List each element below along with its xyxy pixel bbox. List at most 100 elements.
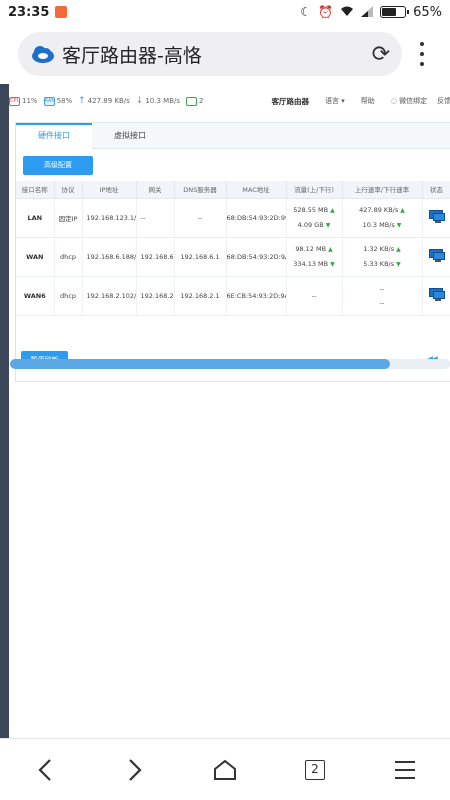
ram-monitor: RAM 58% xyxy=(43,96,73,106)
col-header: MAC地址 xyxy=(226,181,287,199)
browser-address-bar: 客厅路由器-高恪 ⟳ xyxy=(0,24,450,84)
tab-hardware-interface[interactable]: 硬件接口 xyxy=(16,123,92,149)
rate-up: -- xyxy=(379,284,385,293)
network-connected-icon[interactable] xyxy=(428,287,445,302)
home-icon xyxy=(214,759,236,780)
tab-virtual-interface[interactable]: 虚拟接口 xyxy=(92,123,168,149)
interface-tabs: 硬件接口 虚拟接口 xyxy=(16,123,450,149)
traffic-up: 528.55 MB xyxy=(293,205,329,214)
interface-panel: 硬件接口 虚拟接口 高级配置 接口名称 协议 IP地址 网关 DNS服务器 MA… xyxy=(15,122,450,382)
up-arrow-icon: ▲ xyxy=(396,245,401,253)
rate-down: -- xyxy=(379,298,385,307)
router-name: 客厅路由器 xyxy=(271,96,309,106)
rate: -- -- xyxy=(342,276,423,316)
ram-value: 58% xyxy=(56,97,73,105)
url-field[interactable]: 客厅路由器-高恪 ⟳ xyxy=(18,32,402,76)
online-devices-monitor: 2 xyxy=(186,96,203,106)
chevron-right-icon xyxy=(129,758,142,781)
router-admin-page: CPU 11% RAM 58% ↑ 427.89 KB/s ↓ 10.3 MB/… xyxy=(0,84,450,738)
dns-server: 192.168.2.1 xyxy=(174,276,227,316)
more-vert-icon[interactable] xyxy=(414,40,430,68)
col-header: 上行速率/下行速率 xyxy=(342,181,423,199)
interface-name: WAN xyxy=(16,237,55,277)
forward-button[interactable] xyxy=(110,750,160,790)
status xyxy=(422,198,450,238)
do-not-disturb-moon-icon: ☾ xyxy=(300,5,312,19)
ip-address: 192.168.2.102/24 xyxy=(82,276,137,316)
table-row: WAN dhcp 192.168.6.188/24 192.168.6.1 19… xyxy=(16,237,450,277)
rate-down: 10.3 MB/s xyxy=(362,220,395,229)
cpu-icon: CPU xyxy=(9,96,21,106)
status xyxy=(422,276,450,316)
gateway: 192.168.6.1 xyxy=(136,237,175,277)
up-arrow-icon: ▲ xyxy=(328,245,333,253)
download-speed: 10.3 MB/s xyxy=(145,97,181,105)
traffic: -- xyxy=(286,276,343,316)
home-button[interactable] xyxy=(200,750,250,790)
monitor-icon xyxy=(186,96,198,106)
signal-icon xyxy=(361,5,374,19)
chevron-down-icon: ▾ xyxy=(341,97,345,105)
download-arrow-icon: ↓ xyxy=(135,96,144,106)
help-link[interactable]: 帮助 xyxy=(361,96,375,106)
down-arrow-icon: ▼ xyxy=(396,221,402,229)
down-arrow-icon: ▼ xyxy=(330,260,335,268)
status xyxy=(422,237,450,277)
wechat-bind-link[interactable]: ◌ 微信绑定 xyxy=(391,96,427,106)
ram-icon: RAM xyxy=(43,96,56,106)
network-connected-icon[interactable] xyxy=(428,209,445,224)
battery-fill xyxy=(382,8,397,16)
upload-monitor: ↑ 427.89 KB/s xyxy=(78,96,130,106)
browser-bottom-nav: 2 xyxy=(0,738,450,800)
col-header: IP地址 xyxy=(82,181,137,199)
advanced-config-button[interactable]: 高级配置 xyxy=(23,156,93,175)
traffic: 98.12 MB ▲ 334.13 MB ▼ xyxy=(286,237,343,277)
traffic-down: 334.13 MB xyxy=(293,259,329,268)
col-header: 流量(上/下行) xyxy=(286,181,343,199)
reload-icon[interactable]: ⟳ xyxy=(372,42,390,67)
notification-icon xyxy=(55,6,68,18)
up-arrow-icon: ▲ xyxy=(330,206,335,214)
rate-up: 427.89 KB/s xyxy=(359,205,399,214)
protocol: dhcp xyxy=(54,276,83,316)
sidebar-collapsed xyxy=(0,84,9,738)
table-row: LAN 固定IP 192.168.123.1/24 -- -- 68:DB:54… xyxy=(16,198,450,238)
col-header: 网关 xyxy=(136,181,175,199)
cpu-value: 11% xyxy=(22,97,38,105)
interface-name: WAN6 xyxy=(16,276,55,316)
router-topbar: CPU 11% RAM 58% ↑ 427.89 KB/s ↓ 10.3 MB/… xyxy=(9,90,450,112)
col-header: 协议 xyxy=(54,181,83,199)
col-header: 接口名称 xyxy=(16,181,55,199)
menu-button[interactable] xyxy=(380,750,430,790)
protocol: 固定IP xyxy=(54,198,83,238)
traffic-up: -- xyxy=(311,291,317,300)
tabs-button[interactable]: 2 xyxy=(290,750,340,790)
rate-down: 5.33 KB/s xyxy=(363,259,395,268)
page-title: 客厅路由器-高恪 xyxy=(62,44,202,67)
dns-server: -- xyxy=(174,198,227,238)
battery-percent: 65% xyxy=(413,4,442,20)
upload-arrow-icon: ↑ xyxy=(78,96,86,106)
alarm-icon: ⏰ xyxy=(318,5,334,19)
back-button[interactable] xyxy=(20,750,70,790)
language-menu[interactable]: 语言 ▾ xyxy=(325,96,345,106)
down-arrow-icon: ▼ xyxy=(325,221,331,229)
network-connected-icon[interactable] xyxy=(428,248,445,263)
up-arrow-icon: ▲ xyxy=(400,206,405,214)
mac-address: 68:DB:54:93:2D:9A xyxy=(226,237,287,277)
rate: 427.89 KB/s ▲ 10.3 MB/s ▼ xyxy=(342,198,423,238)
battery-icon xyxy=(380,6,410,18)
scrollbar-thumb[interactable] xyxy=(10,359,390,369)
interface-table: 接口名称 协议 IP地址 网关 DNS服务器 MAC地址 流量(上/下行) 上行… xyxy=(16,181,450,316)
gateway: -- xyxy=(136,198,175,238)
down-arrow-icon: ▼ xyxy=(396,260,401,268)
col-header: 状态 xyxy=(422,181,450,199)
hamburger-menu-icon xyxy=(395,760,415,779)
table-header-row: 接口名称 协议 IP地址 网关 DNS服务器 MAC地址 流量(上/下行) 上行… xyxy=(16,181,450,199)
feedback-link[interactable]: 反馈 xyxy=(437,96,450,106)
rate: 1.32 KB/s ▲ 5.33 KB/s ▼ xyxy=(342,237,423,277)
mac-address: 68:DB:54:93:2D:99 xyxy=(226,198,287,238)
cpu-monitor: CPU 11% xyxy=(9,96,38,106)
chevron-left-icon xyxy=(38,758,51,781)
horizontal-scrollbar[interactable] xyxy=(10,359,450,369)
